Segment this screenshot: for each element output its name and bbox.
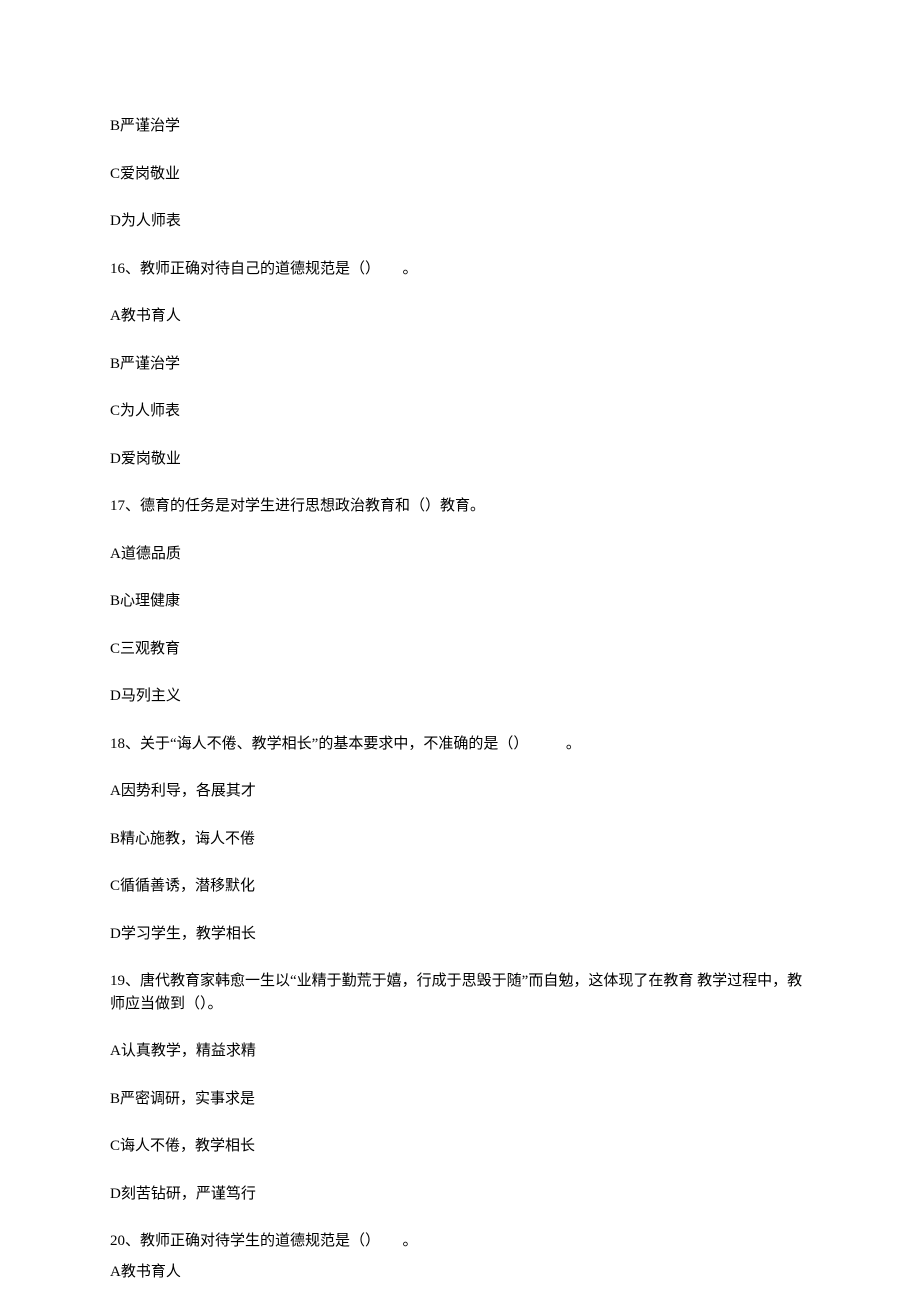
option-text: D学习学生，教学相长: [110, 923, 810, 946]
option-text: A认真教学，精益求精: [110, 1040, 810, 1063]
option-text: C三观教育: [110, 638, 810, 661]
option-text: D刻苦钻研，严谨笃行: [110, 1183, 810, 1206]
option-text: A因势利导，各展其才: [110, 780, 810, 803]
option-text: C诲人不倦，教学相长: [110, 1135, 810, 1158]
option-text: C爱岗敬业: [110, 163, 810, 186]
question-text: 17、德育的任务是对学生进行思想政治教育和（）教育。: [110, 495, 810, 518]
option-text: B精心施教，诲人不倦: [110, 828, 810, 851]
question-text: 18、关于“诲人不倦、教学相长”的基本要求中，不准确的是（） 。: [110, 733, 810, 756]
option-text: A道德品质: [110, 543, 810, 566]
option-text: C循循善诱，潜移默化: [110, 875, 810, 898]
option-text: C为人师表: [110, 400, 810, 423]
option-text: B严谨治学: [110, 353, 810, 376]
question-text: 19、唐代教育家韩愈一生以“业精于勤荒于嬉，行成于思毁于随”而自勉，这体现了在教…: [110, 970, 810, 1015]
document-page: B严谨治学 C爱岗敬业 D为人师表 16、教师正确对待自己的道德规范是（） 。 …: [0, 0, 920, 1283]
option-text: D爱岗敬业: [110, 448, 810, 471]
option-text: A教书育人: [110, 1261, 810, 1284]
question-text: 20、教师正确对待学生的道德规范是（） 。: [110, 1230, 810, 1253]
option-text: A教书育人: [110, 305, 810, 328]
question-text: 16、教师正确对待自己的道德规范是（） 。: [110, 258, 810, 281]
option-text: B严谨治学: [110, 115, 810, 138]
option-text: B心理健康: [110, 590, 810, 613]
option-text: B严密调研，实事求是: [110, 1088, 810, 1111]
option-text: D为人师表: [110, 210, 810, 233]
option-text: D马列主义: [110, 685, 810, 708]
